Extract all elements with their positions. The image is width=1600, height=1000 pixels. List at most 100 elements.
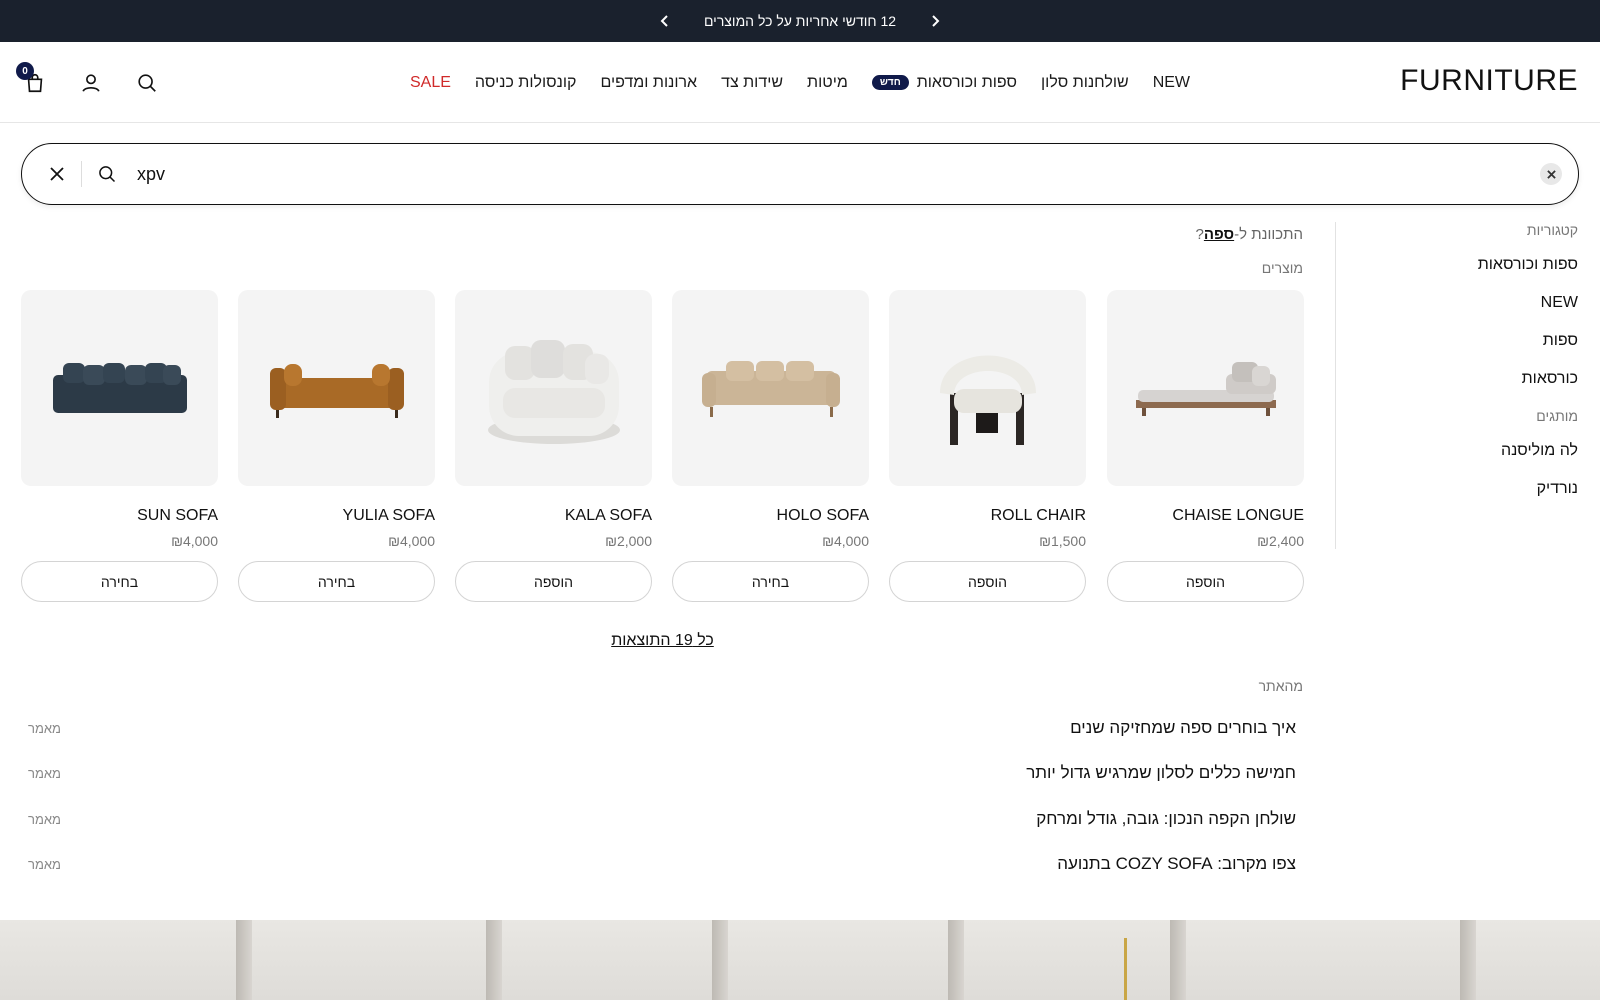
product-name[interactable]: SUN SOFA xyxy=(21,507,218,525)
product-image[interactable] xyxy=(455,290,652,486)
add-to-cart-button[interactable]: הוספה xyxy=(455,561,652,602)
announcement-prev-button[interactable] xyxy=(650,0,680,42)
nav-item-coffee-tables[interactable]: שולחנות סלון xyxy=(1029,74,1141,92)
product-name[interactable]: ROLL CHAIR xyxy=(889,507,1086,525)
hero-curtain-fold xyxy=(486,920,502,1000)
category-sofas-armchairs[interactable]: ספות וכורסאות xyxy=(1338,256,1578,274)
kala-sofa-image xyxy=(487,340,620,444)
category-armchairs[interactable]: כורסאות xyxy=(1338,370,1578,388)
article-title: חמישה כללים לסלון שמרגיש גדול יותר xyxy=(1026,763,1296,782)
chevron-left-icon xyxy=(660,15,668,27)
sidebar-divider xyxy=(1335,222,1336,549)
product-price: ₪4,000 xyxy=(822,533,869,549)
article-row[interactable]: מאמר חמישה כללים לסלון שמרגיש גדול יותר xyxy=(28,753,1296,793)
product-card: KALA SOFA ₪2,000 הוספה xyxy=(455,290,652,602)
hero-lamp-stand xyxy=(1124,938,1127,1000)
brands-block: מותגים לה מוליסנה נורדיק xyxy=(1338,408,1578,498)
select-options-button[interactable]: בחירה xyxy=(21,561,218,602)
nav-item-beds[interactable]: מיטות xyxy=(795,74,860,92)
product-name[interactable]: YULIA SOFA xyxy=(238,507,435,525)
hero-curtain-fold xyxy=(712,920,728,1000)
nav-item-side-tables[interactable]: שידות צד xyxy=(709,74,795,92)
product-price: ₪1,500 xyxy=(1039,533,1086,549)
article-row[interactable]: מאמר צפו מקרוב: COZY SOFA בתנועה xyxy=(28,844,1296,884)
product-name[interactable]: CHAISE LONGUE xyxy=(1107,507,1304,525)
all-results-link[interactable]: כל 19 התוצאות xyxy=(611,632,714,650)
products-heading: מוצרים xyxy=(1261,260,1303,276)
article-tag: מאמר xyxy=(28,811,61,827)
holo-sofa-image xyxy=(701,361,840,417)
sun-sofa-image xyxy=(52,363,187,413)
product-image[interactable] xyxy=(1107,290,1304,486)
article-title: איך בוחרים ספה שמחזיקה שנים xyxy=(1070,718,1296,737)
nav-item-sale[interactable]: SALE xyxy=(398,74,463,92)
brand-nordic[interactable]: נורדיק xyxy=(1338,480,1578,498)
article-row[interactable]: מאמר איך בוחרים ספה שמחזיקה שנים xyxy=(28,708,1296,748)
site-header: 0 NEW שולחנות סלון ספות וכורסאות חדש מיטו… xyxy=(0,42,1600,123)
product-card: YULIA SOFA ₪4,000 בחירה xyxy=(238,290,435,602)
add-to-cart-button[interactable]: הוספה xyxy=(889,561,1086,602)
product-card: ROLL CHAIR ₪1,500 הוספה xyxy=(889,290,1086,602)
nav-item-cabinets-shelves[interactable]: ארונות ומדפים xyxy=(588,74,709,92)
product-image[interactable] xyxy=(21,290,218,486)
nav-item-new[interactable]: NEW xyxy=(1141,74,1202,92)
hero-curtain-fold xyxy=(1460,920,1476,1000)
product-image[interactable] xyxy=(672,290,869,486)
product-price: ₪4,000 xyxy=(171,533,218,549)
nav-label: ספות וכורסאות xyxy=(916,73,1017,91)
search-divider xyxy=(81,161,82,187)
brands-heading: מותגים xyxy=(1536,408,1578,424)
announcement-text: 12 חודשי אחריות על כל המוצרים xyxy=(703,13,897,29)
main-nav: NEW שולחנות סלון ספות וכורסאות חדש מיטות … xyxy=(0,42,1600,123)
hero-curtain-fold xyxy=(236,920,252,1000)
close-icon xyxy=(1546,169,1556,179)
nav-label: קונסולות כניסה xyxy=(474,73,577,91)
search-sidebar: קטגוריות ספות וכורסאות NEW ספות כורסאות … xyxy=(1338,222,1578,518)
product-image[interactable] xyxy=(238,290,435,486)
article-tag: מאמר xyxy=(28,720,61,736)
product-card: HOLO SOFA ₪4,000 בחירה xyxy=(672,290,869,602)
clear-search-button[interactable] xyxy=(1540,163,1562,185)
did-you-mean: התכוונת ל-ספה? xyxy=(1196,226,1303,243)
article-tag: מאמר xyxy=(28,856,61,872)
product-price: ₪2,400 xyxy=(1257,533,1304,549)
nav-item-entry-consoles[interactable]: קונסולות כניסה xyxy=(463,74,589,92)
select-options-button[interactable]: בחירה xyxy=(238,561,435,602)
from-site-heading: מהאתר xyxy=(1258,678,1303,694)
did-you-mean-suffix: ? xyxy=(1195,226,1204,243)
add-to-cart-button[interactable]: הוספה xyxy=(1107,561,1304,602)
product-price: ₪2,000 xyxy=(605,533,652,549)
announcement-bar: 12 חודשי אחריות על כל המוצרים xyxy=(0,0,1600,42)
search-submit-button[interactable] xyxy=(94,161,120,187)
nav-label: מיטות xyxy=(807,73,848,91)
category-new[interactable]: NEW xyxy=(1338,294,1578,312)
search-input[interactable] xyxy=(137,158,1517,190)
announcement-next-button[interactable] xyxy=(920,0,950,42)
product-price: ₪4,000 xyxy=(388,533,435,549)
nav-label: NEW xyxy=(1152,73,1191,91)
select-options-button[interactable]: בחירה xyxy=(672,561,869,602)
article-title: צפו מקרוב: COZY SOFA בתנועה xyxy=(1057,854,1296,873)
nav-item-sofas-armchairs[interactable]: ספות וכורסאות חדש xyxy=(860,74,1029,92)
close-search-button[interactable] xyxy=(44,161,70,187)
article-tag: מאמר xyxy=(28,765,61,781)
all-results-row: כל 19 התוצאות xyxy=(0,632,1325,650)
search-icon xyxy=(99,166,116,183)
roll-chair-image xyxy=(939,355,1036,445)
chaise-longue-image xyxy=(1135,362,1276,416)
product-name[interactable]: KALA SOFA xyxy=(455,507,652,525)
product-card: SUN SOFA ₪4,000 בחירה xyxy=(21,290,218,602)
article-row[interactable]: מאמר שולחן הקפה הנכון: גובה, גודל ומרחק xyxy=(28,799,1296,839)
article-title: שולחן הקפה הנכון: גובה, גודל ומרחק xyxy=(1036,809,1296,828)
site-logo[interactable]: FURNITURE xyxy=(1400,64,1578,98)
product-name[interactable]: HOLO SOFA xyxy=(672,507,869,525)
nav-label: ארונות ומדפים xyxy=(600,73,698,91)
product-results: CHAISE LONGUE ₪2,400 הוספה ROLL CHAIR ₪1… xyxy=(21,290,1304,610)
product-card: CHAISE LONGUE ₪2,400 הוספה xyxy=(1107,290,1304,602)
did-you-mean-link[interactable]: ספה xyxy=(1204,226,1234,243)
brand-la-molisana[interactable]: לה מוליסנה xyxy=(1338,442,1578,460)
product-image[interactable] xyxy=(889,290,1086,486)
hero-image xyxy=(0,920,1600,1000)
hero-curtain-fold xyxy=(1170,920,1186,1000)
category-sofas[interactable]: ספות xyxy=(1338,332,1578,350)
